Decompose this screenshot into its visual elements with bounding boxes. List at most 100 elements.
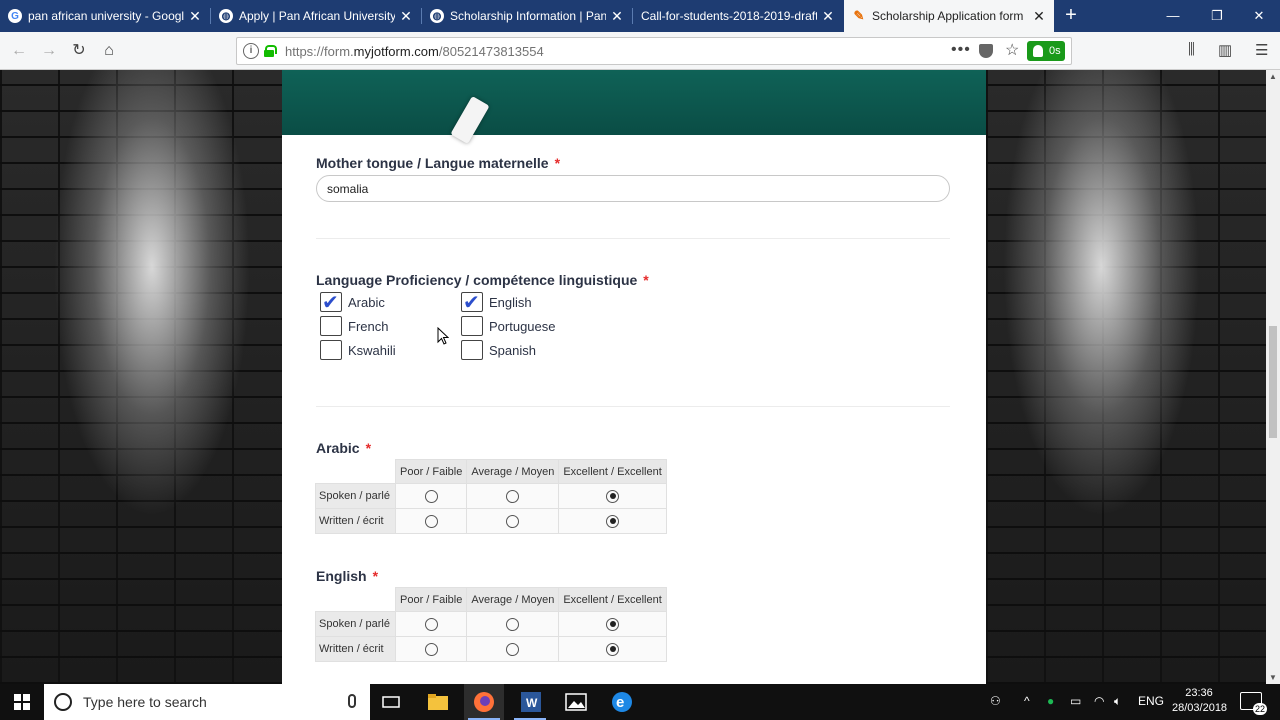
new-tab-button[interactable]: + — [1060, 4, 1082, 28]
info-icon[interactable]: i — [243, 43, 259, 59]
firefox-icon — [474, 692, 494, 712]
volume-icon[interactable]: 🔈︎ — [1114, 694, 1121, 709]
url-text[interactable]: https://form.myjotform.com/8052147381355… — [285, 44, 544, 59]
grid-row-label: Spoken / parlé — [315, 611, 396, 637]
checkbox-french[interactable]: French — [320, 316, 388, 336]
checkbox-english[interactable]: English — [461, 290, 532, 315]
back-button[interactable]: ← — [8, 40, 30, 62]
radio-button-selected[interactable] — [606, 514, 620, 528]
pocket-icon[interactable] — [979, 44, 993, 58]
tab-1[interactable]: G pan african university - Google ✕ — [0, 0, 210, 32]
radio-button[interactable] — [506, 642, 520, 656]
checkbox-label: French — [348, 318, 389, 334]
address-bar[interactable]: i https://form.myjotform.com/80521473813… — [236, 37, 1072, 65]
grid-header-row: Poor / Faible Average / Moyen Excellent … — [315, 587, 667, 612]
required-asterisk: * — [554, 155, 561, 171]
photos-button[interactable] — [556, 684, 596, 720]
grid-cell[interactable] — [466, 508, 560, 534]
checkbox-box[interactable] — [461, 340, 483, 360]
grid-cell[interactable] — [466, 636, 560, 662]
ghostery-button[interactable]: 0s — [1027, 41, 1065, 61]
sidebar-icon[interactable]: ▥ — [1218, 41, 1232, 59]
required-asterisk: * — [643, 272, 649, 288]
language-proficiency-label-text: Language Proficiency / compétence lingui… — [316, 272, 638, 288]
english-grid-title: English * — [316, 568, 378, 584]
home-button[interactable]: ⌂ — [98, 40, 120, 62]
people-icon[interactable]: ⚇ — [990, 694, 1001, 708]
tab-title: Call-for-students-2018-2019-draft- — [641, 9, 817, 23]
radio-button-selected[interactable] — [606, 489, 620, 503]
reload-button[interactable]: ↻ — [68, 40, 90, 62]
grid-cell[interactable] — [394, 636, 468, 662]
grid-cell[interactable] — [558, 483, 667, 509]
grid-cell[interactable] — [558, 636, 667, 662]
grid-cell[interactable] — [558, 508, 667, 534]
checkbox-box[interactable] — [320, 316, 342, 336]
edge-button[interactable]: e — [602, 684, 642, 720]
microphone-icon[interactable] — [348, 694, 356, 708]
show-hidden-icons-chevron-icon[interactable]: ^ — [1024, 694, 1030, 708]
radio-button[interactable] — [424, 617, 438, 631]
tab-4[interactable]: Call-for-students-2018-2019-draft- ✕ — [633, 0, 843, 32]
radio-button[interactable] — [424, 514, 438, 528]
checkbox-box[interactable] — [320, 290, 342, 315]
action-center-button[interactable]: 22 — [1240, 692, 1267, 715]
file-explorer-button[interactable] — [418, 684, 458, 720]
grid-cell[interactable] — [466, 483, 560, 509]
library-icon[interactable]: ⫼ — [1188, 41, 1195, 58]
battery-icon[interactable]: ▭ — [1070, 694, 1081, 708]
radio-button[interactable] — [506, 489, 520, 503]
radio-button[interactable] — [424, 489, 438, 503]
firefox-button[interactable] — [464, 684, 504, 720]
word-button[interactable]: W — [510, 684, 550, 720]
lock-icon[interactable] — [264, 45, 277, 57]
page-actions-icon[interactable]: ••• — [951, 41, 971, 59]
wifi-icon[interactable]: ◠ — [1094, 694, 1104, 708]
start-button[interactable] — [0, 684, 44, 720]
checkbox-arabic[interactable]: Arabic — [320, 290, 385, 315]
grid-cell[interactable] — [394, 483, 468, 509]
checkbox-kswahili[interactable]: Kswahili — [320, 340, 396, 360]
window-close-button[interactable]: ✕ — [1236, 0, 1280, 32]
checkbox-box[interactable] — [461, 316, 483, 336]
tab-title: Scholarship Information | Pan A — [450, 9, 606, 23]
radio-button-selected[interactable] — [606, 617, 620, 631]
tab-2[interactable]: ◍ Apply | Pan African University ✕ — [211, 0, 421, 32]
minimize-button[interactable]: — — [1150, 0, 1196, 32]
close-tab-icon[interactable]: ✕ — [399, 8, 413, 25]
tab-3[interactable]: ◍ Scholarship Information | Pan A ✕ — [422, 0, 632, 32]
scroll-down-icon[interactable]: ▼ — [1269, 673, 1277, 682]
grid-cell[interactable] — [558, 611, 667, 637]
page-scrollbar[interactable]: ▲ ▼ — [1266, 70, 1280, 684]
scroll-up-icon[interactable]: ▲ — [1269, 72, 1277, 81]
maximize-button[interactable]: ❐ — [1194, 0, 1240, 32]
close-tab-icon[interactable]: ✕ — [821, 8, 835, 25]
close-tab-icon[interactable]: ✕ — [1032, 8, 1046, 25]
forward-button[interactable]: → — [38, 40, 60, 62]
grid-cell[interactable] — [466, 611, 560, 637]
status-dot-icon[interactable]: ● — [1047, 694, 1054, 708]
checkbox-spanish[interactable]: Spanish — [461, 340, 536, 360]
svg-text:e: e — [616, 694, 624, 711]
bookmark-star-icon[interactable]: ☆ — [1005, 40, 1019, 60]
radio-button-selected[interactable] — [606, 642, 620, 656]
close-tab-icon[interactable]: ✕ — [188, 8, 202, 25]
radio-button[interactable] — [424, 642, 438, 656]
tab-5-active[interactable]: ✎ Scholarship Application form ✕ — [844, 0, 1054, 32]
task-view-button[interactable] — [372, 684, 410, 720]
menu-icon[interactable]: ☰ — [1255, 41, 1268, 59]
grid-cell[interactable] — [394, 611, 468, 637]
grid-cell[interactable] — [394, 508, 468, 534]
checkbox-box[interactable] — [461, 290, 483, 315]
clock[interactable]: 23:36 28/03/2018 — [1172, 686, 1227, 716]
checkbox-box[interactable] — [320, 340, 342, 360]
taskbar-search-box[interactable]: Type here to search — [44, 684, 370, 720]
mother-tongue-input[interactable] — [316, 175, 950, 202]
checkbox-portuguese[interactable]: Portuguese — [461, 316, 556, 336]
scrollbar-thumb[interactable] — [1269, 326, 1277, 438]
radio-button[interactable] — [506, 514, 520, 528]
input-language[interactable]: ENG — [1138, 694, 1164, 708]
radio-button[interactable] — [506, 617, 520, 631]
url-prefix: https://form. — [285, 44, 354, 59]
close-tab-icon[interactable]: ✕ — [610, 8, 624, 25]
